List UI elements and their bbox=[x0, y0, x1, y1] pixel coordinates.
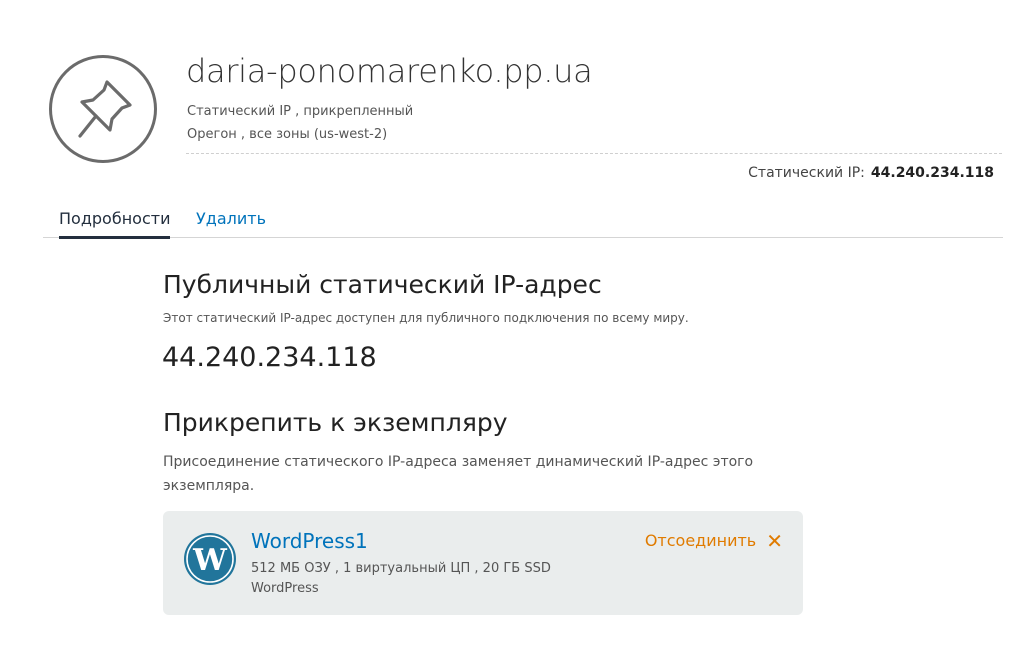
wordpress-icon: W bbox=[184, 533, 236, 585]
detach-label: Отсоединить bbox=[644, 531, 757, 550]
tab-bar: Подробности Удалить bbox=[43, 206, 1003, 239]
svg-text:W: W bbox=[192, 543, 228, 578]
detach-button[interactable]: Отсоединить ✕ bbox=[644, 528, 783, 553]
instance-name-link[interactable]: WordPress1 bbox=[251, 529, 368, 553]
public-ip-note: Этот статический IP-адрес доступен для п… bbox=[163, 311, 689, 325]
static-ip-value: 44.240.234.118 bbox=[870, 165, 994, 181]
attached-instance-card: W WordPress1 512 МБ ОЗУ , 1 виртуальный … bbox=[163, 511, 803, 615]
tab-delete[interactable]: Удалить bbox=[196, 209, 266, 236]
static-ip-name: daria-ponomarenko.pp.ua bbox=[186, 52, 593, 90]
instance-spec: 512 МБ ОЗУ , 1 виртуальный ЦП , 20 ГБ SS… bbox=[251, 561, 551, 576]
public-ip-heading: Публичный статический IP-адрес bbox=[163, 270, 602, 299]
static-ip-label: Статический IP: bbox=[748, 165, 865, 181]
static-ip-region: Орегон , все зоны (us-west-2) bbox=[187, 127, 388, 142]
instance-platform: WordPress bbox=[251, 581, 319, 596]
attach-description: Присоединение статического IP-адреса зам… bbox=[163, 454, 754, 494]
tab-details[interactable]: Подробности bbox=[59, 209, 171, 239]
static-ip-status: Статический IP , прикрепленный bbox=[187, 104, 414, 119]
close-icon: ✕ bbox=[766, 528, 783, 553]
public-ip-value: 44.240.234.118 bbox=[162, 342, 377, 373]
pushpin-icon bbox=[49, 55, 157, 163]
attach-heading: Прикрепить к экземпляру bbox=[163, 408, 508, 437]
header-divider bbox=[186, 153, 1002, 154]
static-ip-summary: Статический IP: 44.240.234.118 bbox=[748, 165, 994, 181]
